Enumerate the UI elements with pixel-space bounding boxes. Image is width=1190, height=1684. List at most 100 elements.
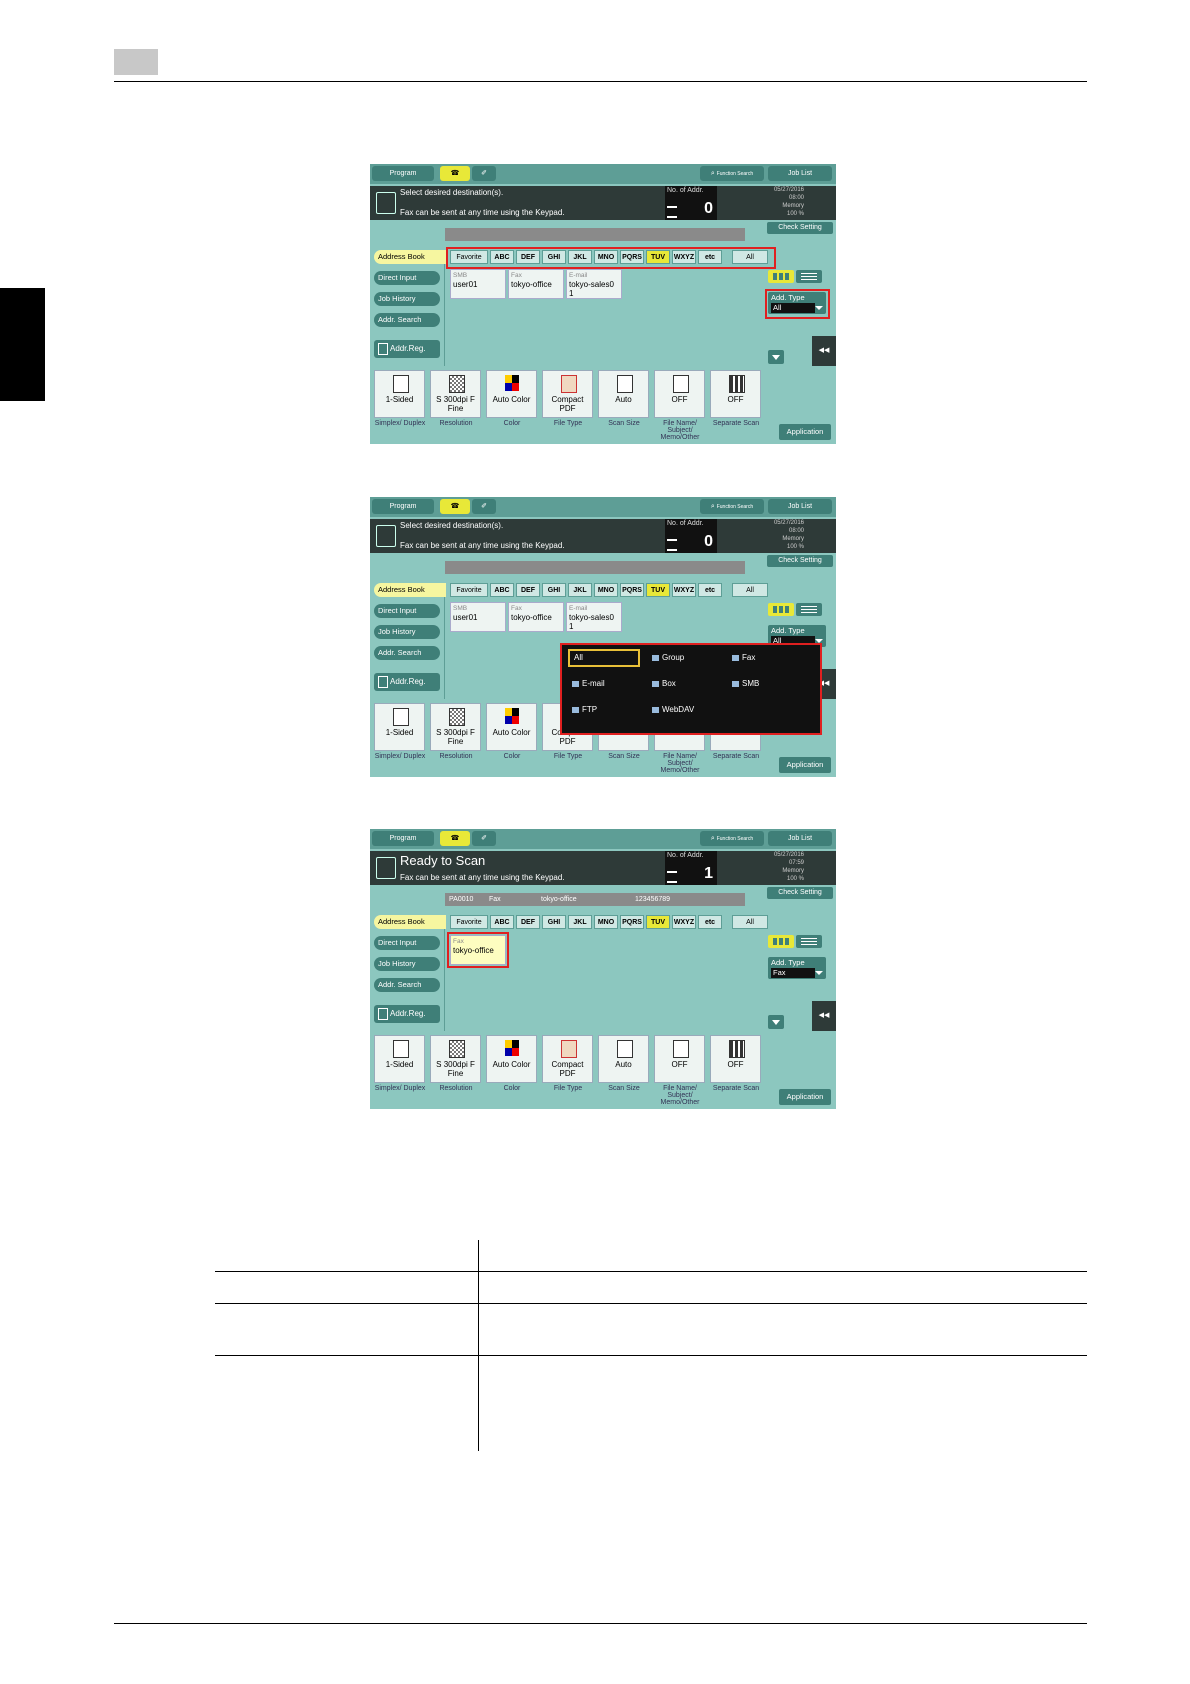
tab-direct-input[interactable]: Direct Input [374,936,440,950]
address-entry[interactable]: Fax tokyo-office [508,269,564,299]
index-key-pqrs[interactable]: PQRS [620,915,644,929]
grid-view-icon[interactable] [768,935,794,948]
fax-mode-icon[interactable]: ☎ [440,831,470,846]
index-key-etc[interactable]: etc [698,583,722,597]
tab-addr-search[interactable]: Addr. Search [374,646,440,660]
job-list-button[interactable]: Job List [768,499,832,514]
scroll-down-icon[interactable] [768,1015,784,1029]
check-setting-button[interactable]: Check Setting [767,887,833,899]
index-key-tuv[interactable]: TUV [646,583,670,597]
resolution-button[interactable]: S 300dpi F Fine [430,703,481,751]
separate-scan-button[interactable]: OFF [710,370,761,418]
simplex-duplex-button[interactable]: 1-Sided [374,370,425,418]
scan-mode-icon[interactable]: ✐ [472,166,496,181]
grid-view-icon[interactable] [768,270,794,283]
dropdown-option-all[interactable]: All [568,649,640,667]
dropdown-option-fax[interactable]: Fax [728,649,800,667]
file-type-button[interactable]: Compact PDF [542,1035,593,1083]
grid-view-icon[interactable] [768,603,794,616]
index-key-favorite[interactable]: Favorite [450,583,488,597]
collapse-panel-icon[interactable]: ◀◀ [812,1001,836,1031]
tab-address-book[interactable]: Address Book [374,250,446,264]
simplex-duplex-button[interactable]: 1-Sided [374,1035,425,1083]
scan-mode-icon[interactable]: ✐ [472,499,496,514]
function-search-button[interactable]: ⌕ Function Search [700,499,764,514]
address-entry[interactable]: E-mail tokyo-sales0 1 [566,269,622,299]
check-setting-button[interactable]: Check Setting [767,222,833,234]
index-key-wxyz[interactable]: WXYZ [672,915,696,929]
index-key-abc[interactable]: ABC [490,915,514,929]
address-entry[interactable]: Fax tokyo-office [508,602,564,632]
color-button[interactable]: Auto Color [486,370,537,418]
list-view-icon[interactable] [796,935,822,948]
tab-job-history[interactable]: Job History [374,957,440,971]
fax-mode-icon[interactable]: ☎ [440,499,470,514]
simplex-duplex-button[interactable]: 1-Sided [374,703,425,751]
index-key-favorite[interactable]: Favorite [450,915,488,929]
separate-scan-button[interactable]: OFF [710,1035,761,1083]
index-key-mno[interactable]: MNO [594,583,618,597]
index-key-abc[interactable]: ABC [490,583,514,597]
function-search-button[interactable]: ⌕ Function Search [700,831,764,846]
program-button[interactable]: Program [372,166,434,181]
tab-address-book[interactable]: Address Book [374,583,446,597]
index-key-def[interactable]: DEF [516,915,540,929]
scan-mode-icon[interactable]: ✐ [472,831,496,846]
dropdown-option-e-mail[interactable]: E-mail [568,675,640,693]
file-name-button[interactable]: OFF [654,370,705,418]
tab-address-book[interactable]: Address Book [374,915,446,929]
index-key-all[interactable]: All [732,583,768,597]
index-key-wxyz[interactable]: WXYZ [672,583,696,597]
dropdown-option-webdav[interactable]: WebDAV [648,701,720,719]
index-key-ghi[interactable]: GHI [542,915,566,929]
program-button[interactable]: Program [372,499,434,514]
tab-direct-input[interactable]: Direct Input [374,271,440,285]
collapse-panel-icon[interactable]: ◀◀ [812,336,836,366]
job-list-button[interactable]: Job List [768,166,832,181]
address-entry[interactable]: SMB user01 [450,269,506,299]
dropdown-option-ftp[interactable]: FTP [568,701,640,719]
color-button[interactable]: Auto Color [486,1035,537,1083]
application-button[interactable]: Application [779,1089,831,1105]
dropdown-option-group[interactable]: Group [648,649,720,667]
scroll-down-icon[interactable] [768,350,784,364]
addr-reg-button[interactable]: Addr.Reg. [374,1005,440,1023]
index-key-def[interactable]: DEF [516,583,540,597]
application-button[interactable]: Application [779,757,831,773]
dropdown-option-smb[interactable]: SMB [728,675,800,693]
index-key-jkl[interactable]: JKL [568,915,592,929]
tab-addr-search[interactable]: Addr. Search [374,313,440,327]
resolution-button[interactable]: S 300dpi F Fine [430,1035,481,1083]
resolution-button[interactable]: S 300dpi F Fine [430,370,481,418]
index-key-jkl[interactable]: JKL [568,583,592,597]
application-button[interactable]: Application [779,424,831,440]
dropdown-option-box[interactable]: Box [648,675,720,693]
list-view-icon[interactable] [796,270,822,283]
list-view-icon[interactable] [796,603,822,616]
index-key-all[interactable]: All [732,915,768,929]
program-button[interactable]: Program [372,831,434,846]
fax-mode-icon[interactable]: ☎ [440,166,470,181]
addr-reg-button[interactable]: Addr.Reg. [374,673,440,691]
job-list-button[interactable]: Job List [768,831,832,846]
address-entry[interactable]: E-mail tokyo-sales0 1 [566,602,622,632]
tab-job-history[interactable]: Job History [374,625,440,639]
tab-direct-input[interactable]: Direct Input [374,604,440,618]
tab-job-history[interactable]: Job History [374,292,440,306]
index-key-mno[interactable]: MNO [594,915,618,929]
scan-size-button[interactable]: Auto [598,370,649,418]
address-type-select[interactable]: Add. Type Fax [768,957,826,979]
tab-addr-search[interactable]: Addr. Search [374,978,440,992]
file-type-button[interactable]: Compact PDF [542,370,593,418]
function-search-button[interactable]: ⌕ Function Search [700,166,764,181]
scan-size-button[interactable]: Auto [598,1035,649,1083]
check-setting-button[interactable]: Check Setting [767,555,833,567]
index-key-pqrs[interactable]: PQRS [620,583,644,597]
index-key-tuv[interactable]: TUV [646,915,670,929]
index-key-ghi[interactable]: GHI [542,583,566,597]
color-button[interactable]: Auto Color [486,703,537,751]
file-name-button[interactable]: OFF [654,1035,705,1083]
addr-reg-button[interactable]: Addr.Reg. [374,340,440,358]
address-entry[interactable]: SMB user01 [450,602,506,632]
index-key-etc[interactable]: etc [698,915,722,929]
